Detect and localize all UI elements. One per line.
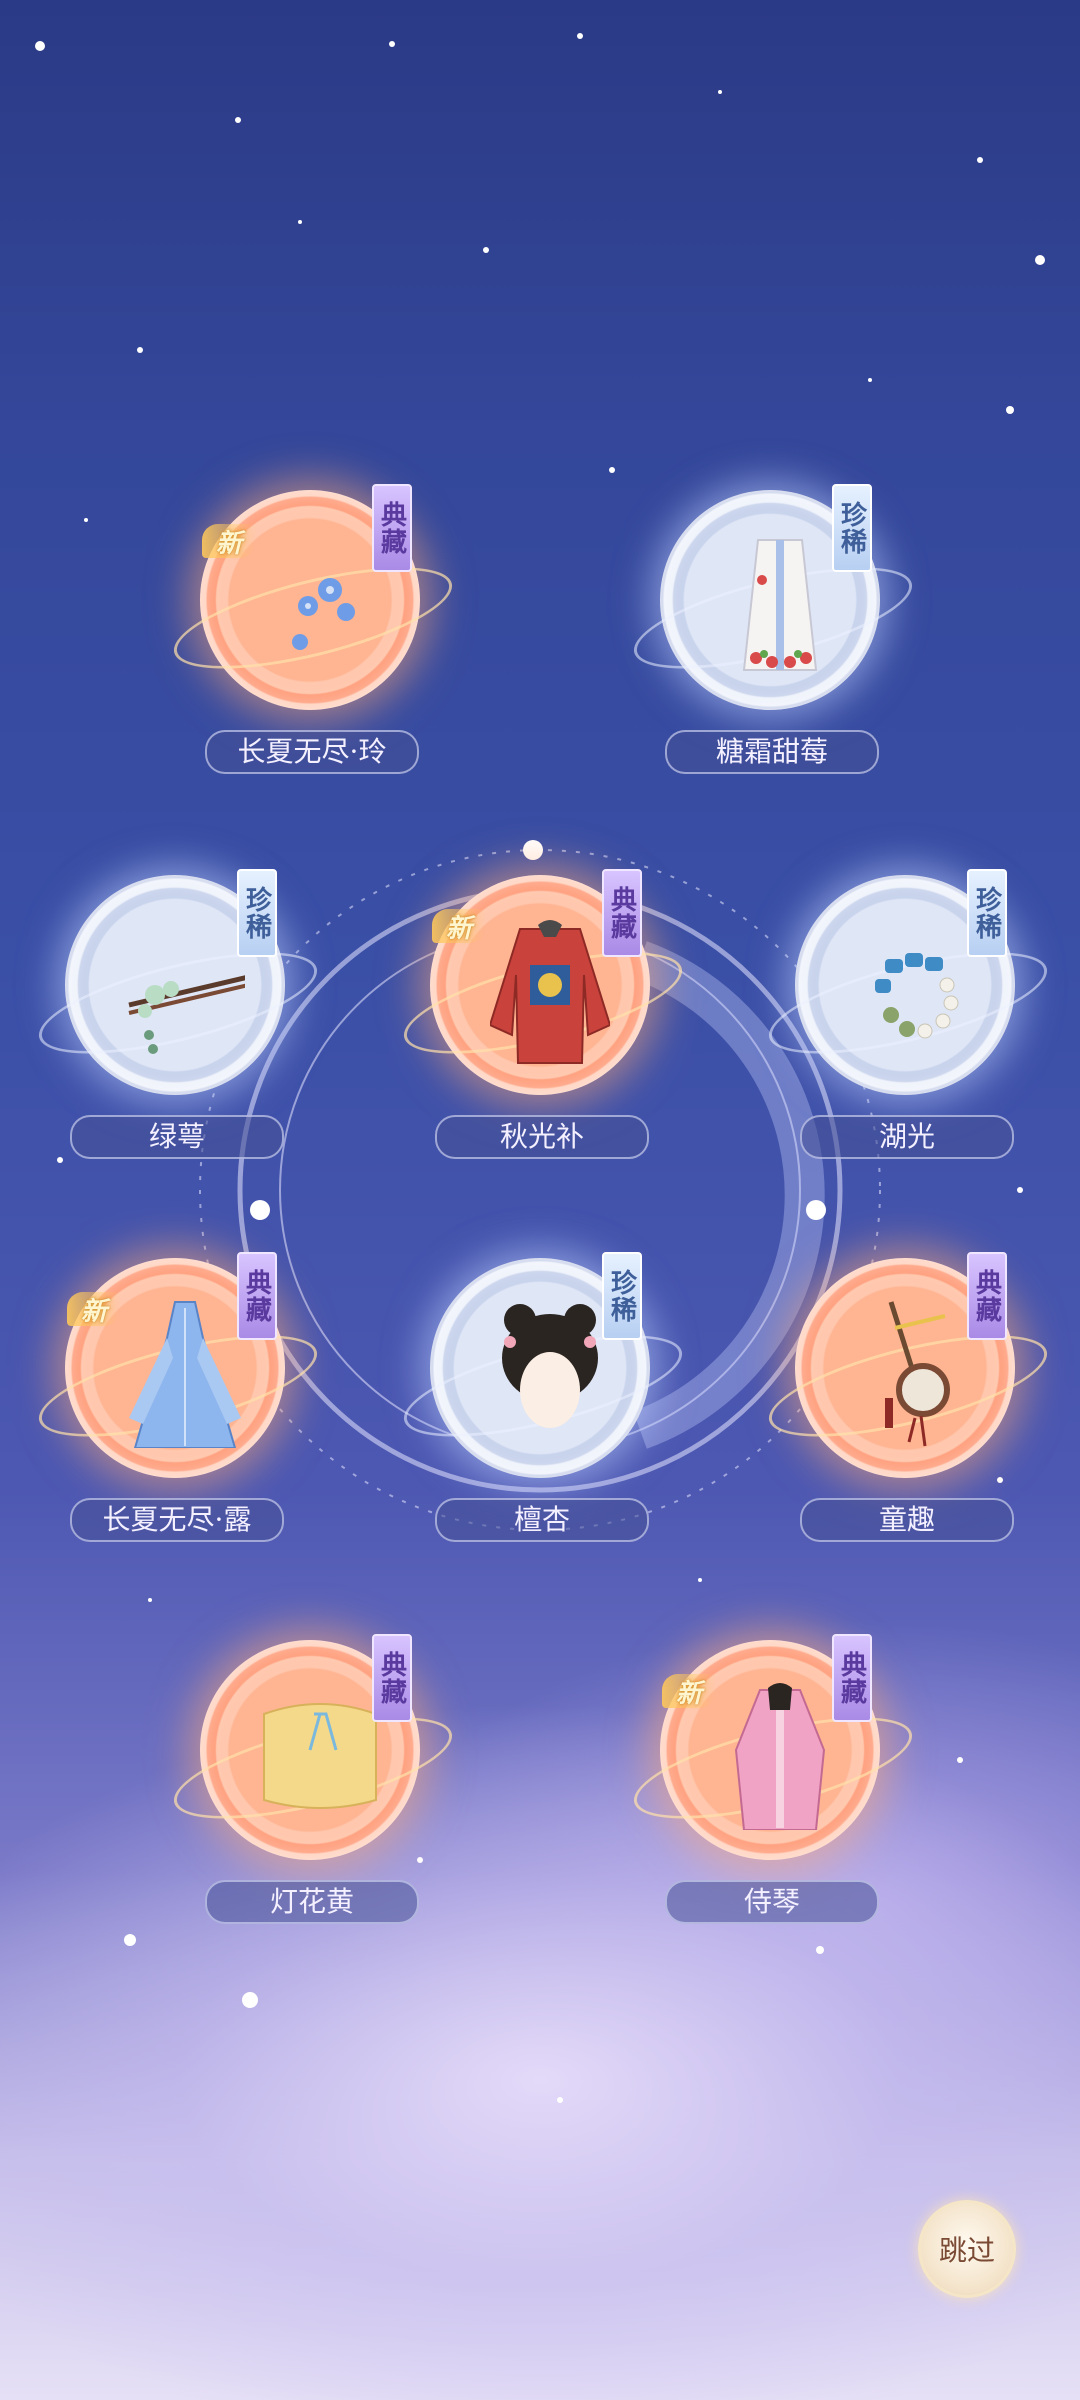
item-name: 檀杏 <box>435 1498 649 1542</box>
rarity-tag: 典藏 <box>602 869 642 957</box>
item-name: 糖霜甜莓 <box>665 730 879 774</box>
hairpin-flower-icon <box>292 578 355 650</box>
rarity-tag: 典藏 <box>832 1634 872 1722</box>
item-name: 湖光 <box>800 1115 1014 1159</box>
item-card[interactable]: 典藏 童趣 <box>760 1252 1056 1578</box>
orbit-decoration <box>199 840 881 1531</box>
new-badge: 新 <box>202 524 256 559</box>
item-name: 侍琴 <box>665 1880 879 1924</box>
strawberry-dress-icon <box>742 539 818 671</box>
new-badge: 新 <box>662 1674 716 1709</box>
rarity-tag: 珍稀 <box>602 1252 642 1340</box>
rattle-drum-icon <box>885 1301 950 1447</box>
hairpin-chopsticks-icon <box>128 975 245 1054</box>
item-card[interactable]: 新 典藏 长夏无尽·露 <box>30 1252 326 1578</box>
rarity-tag: 典藏 <box>237 1252 277 1340</box>
item-name: 童趣 <box>800 1498 1014 1542</box>
red-robe-icon <box>490 920 610 1064</box>
item-card[interactable]: 珍稀 绿萼 <box>30 869 326 1195</box>
item-name: 秋光补 <box>435 1115 649 1159</box>
rarity-tag: 典藏 <box>967 1252 1007 1340</box>
blue-gown-icon <box>129 1301 241 1448</box>
item-card[interactable]: 珍稀 湖光 <box>760 869 1056 1195</box>
new-badge: 新 <box>67 1292 121 1327</box>
item-name: 绿萼 <box>70 1115 284 1159</box>
item-card[interactable]: 典藏 灯花黄 <box>165 1634 461 1960</box>
item-card[interactable]: 珍稀 糖霜甜莓 <box>625 484 921 810</box>
skip-button[interactable]: 跳过 <box>918 2200 1016 2298</box>
item-card[interactable]: 新 典藏 长夏无尽·玲 <box>165 484 461 810</box>
starfield <box>35 33 1045 2103</box>
bracelet-icon <box>875 953 959 1039</box>
new-badge: 新 <box>432 909 486 944</box>
item-name: 长夏无尽·玲 <box>205 730 419 774</box>
hairstyle-icon <box>502 1304 598 1428</box>
yellow-top-icon <box>263 1703 377 1809</box>
rarity-tag: 珍稀 <box>967 869 1007 957</box>
item-card[interactable]: 新 典藏 侍琴 <box>625 1634 921 1960</box>
rarity-tag: 典藏 <box>372 1634 412 1722</box>
item-card[interactable]: 珍稀 檀杏 <box>395 1252 691 1578</box>
pink-robe-icon <box>734 1683 826 1830</box>
rarity-tag: 珍稀 <box>832 484 872 572</box>
item-name: 长夏无尽·露 <box>70 1498 284 1542</box>
item-name: 灯花黄 <box>205 1880 419 1924</box>
rarity-tag: 典藏 <box>372 484 412 572</box>
rarity-tag: 珍稀 <box>237 869 277 957</box>
item-card[interactable]: 新 典藏 秋光补 <box>395 869 691 1195</box>
